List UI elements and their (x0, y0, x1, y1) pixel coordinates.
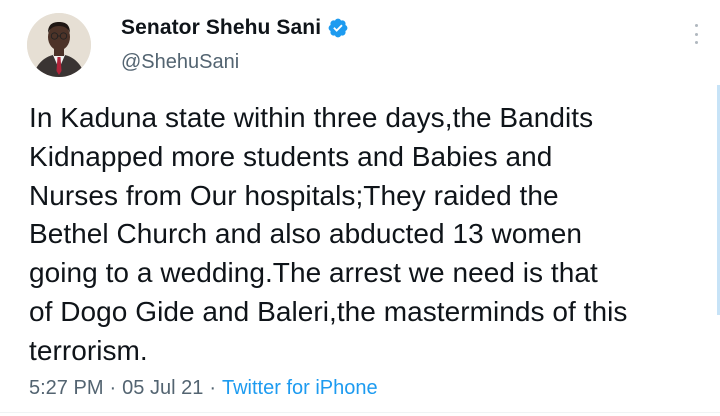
divider (0, 412, 720, 413)
avatar-image (27, 13, 91, 77)
tweet-source-link[interactable]: Twitter for iPhone (222, 377, 378, 400)
meta-separator: · (109, 377, 117, 399)
tweet-text: In Kaduna state within three days,the Ba… (29, 102, 628, 366)
tweet-card: Senator Shehu Sani @ShehuSani In Kaduna … (0, 0, 720, 416)
author-display-name[interactable]: Senator Shehu Sani (121, 16, 321, 40)
author-name-row: Senator Shehu Sani (121, 16, 349, 40)
more-vertical-icon[interactable] (688, 22, 704, 46)
tweet-date[interactable]: 05 Jul 21 (122, 377, 203, 400)
avatar[interactable] (27, 13, 91, 77)
verified-badge-icon (327, 17, 349, 39)
meta-separator: · (209, 377, 216, 399)
tweet-meta: 5:27 PM · 05 Jul 21 · Twitter for iPhone (29, 377, 378, 400)
author-handle[interactable]: @ShehuSani (121, 51, 239, 74)
tweet-time[interactable]: 5:27 PM (29, 377, 103, 400)
